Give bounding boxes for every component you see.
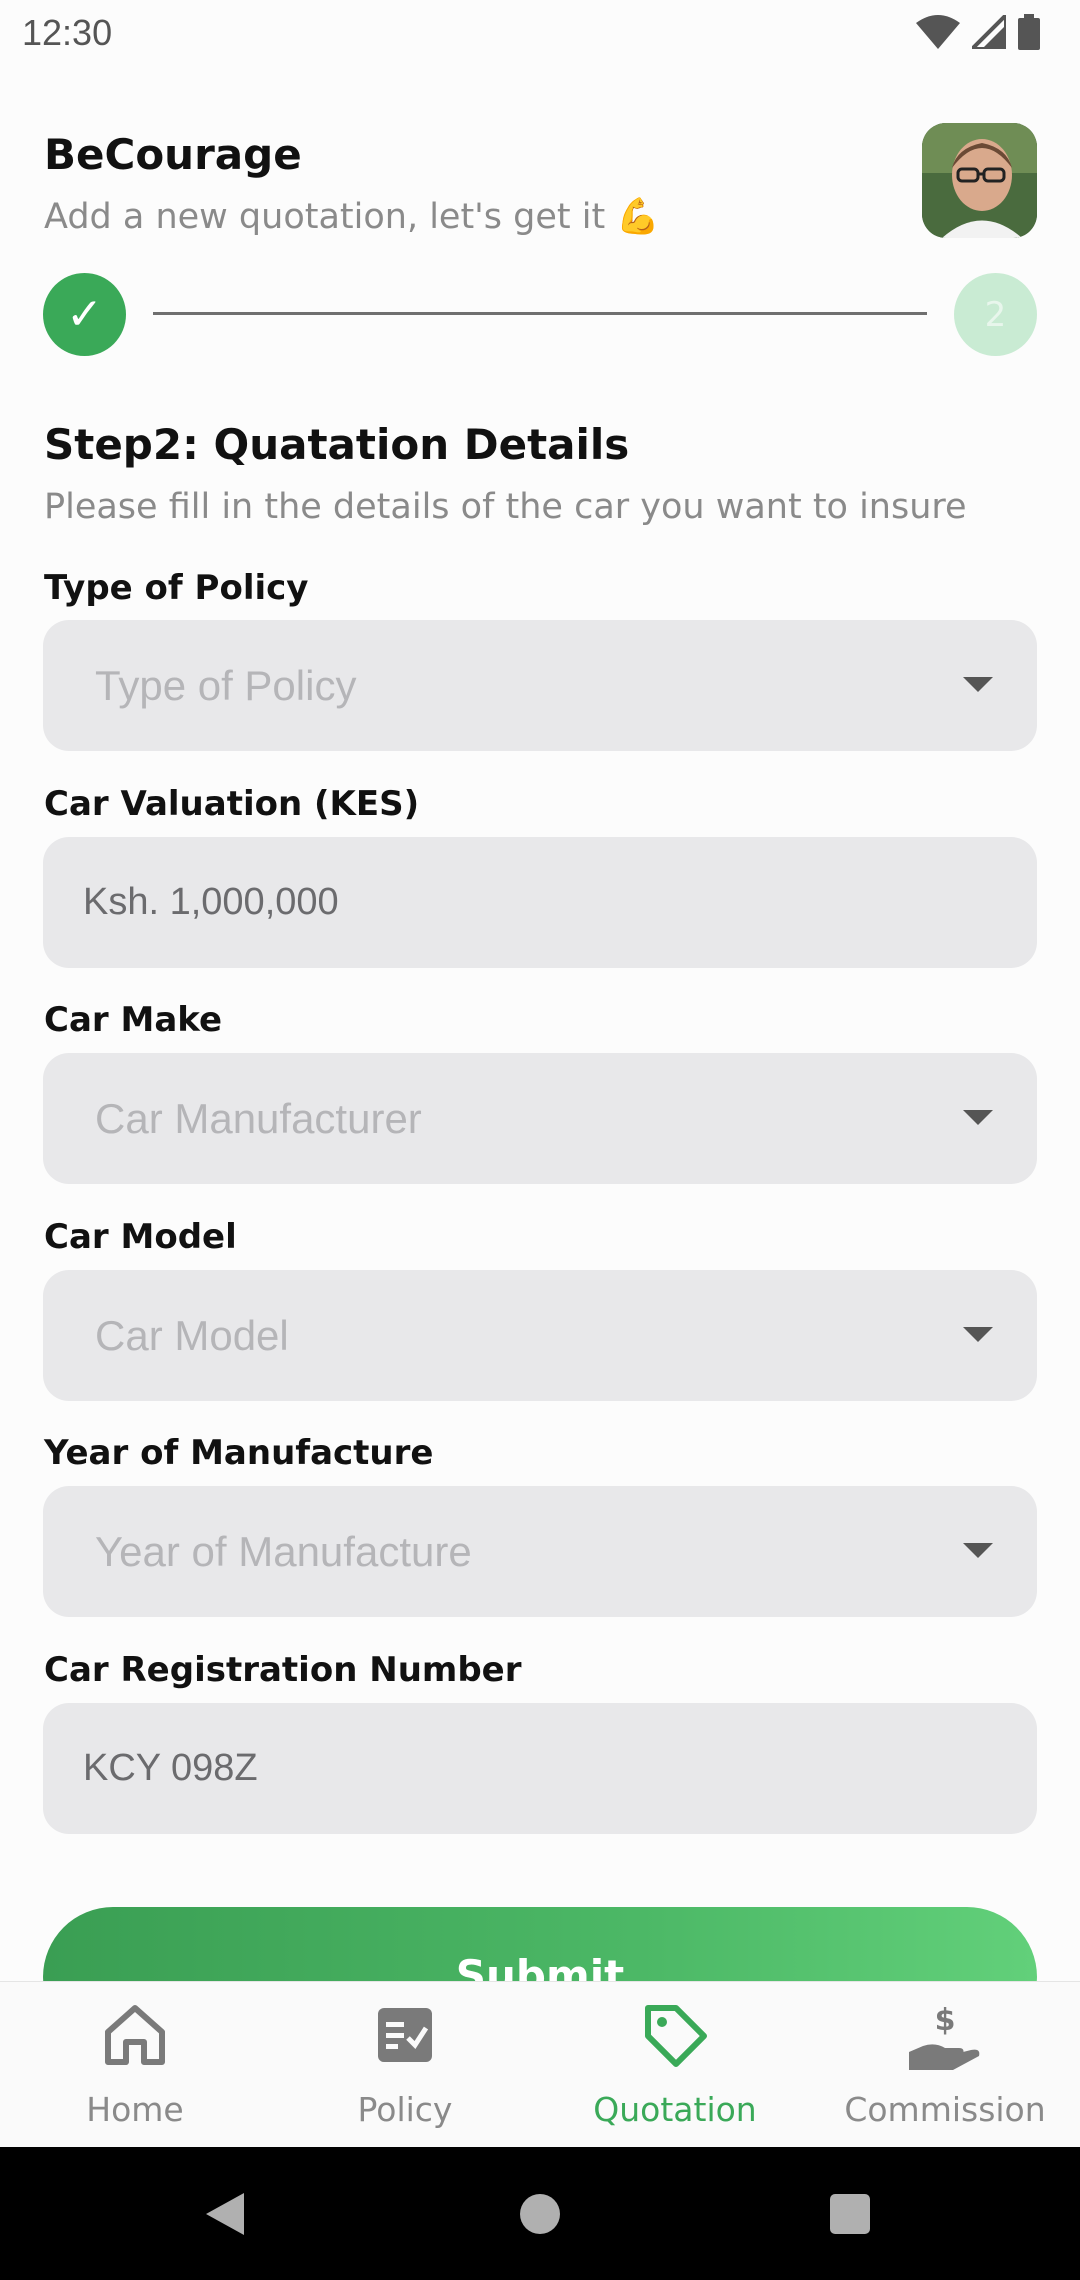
status-icons (916, 14, 1040, 50)
bottom-nav: Home Policy Quotation $ Commission (0, 1981, 1080, 2148)
step-1-complete: ✓ (43, 273, 126, 356)
chevron-down-icon (963, 1543, 993, 1558)
app-title: BeCourage (44, 130, 302, 179)
svg-text:$: $ (935, 2003, 956, 2038)
year-select[interactable]: Year of Manufacture (43, 1486, 1037, 1617)
step-2-indicator: 2 (954, 273, 1037, 356)
nav-commission-label: Commission (844, 2090, 1046, 2129)
wifi-icon (916, 15, 960, 49)
signal-icon (972, 15, 1006, 49)
car-make-label: Car Make (44, 1000, 223, 1040)
section-subtitle: Please fill in the details of the car yo… (44, 487, 967, 527)
valuation-value: Ksh. 1,000,000 (83, 881, 339, 923)
valuation-input[interactable]: Ksh. 1,000,000 (43, 837, 1037, 968)
car-model-select[interactable]: Car Model (43, 1270, 1037, 1401)
policy-type-placeholder: Type of Policy (95, 661, 357, 709)
chevron-down-icon (963, 1110, 993, 1125)
avatar-portrait-icon (922, 123, 1037, 238)
car-model-label: Car Model (44, 1217, 237, 1257)
hand-dollar-icon: $ (909, 2003, 980, 2070)
chevron-down-icon (963, 1327, 993, 1342)
status-bar: 12:30 (0, 0, 1080, 66)
nav-quotation-label: Quotation (593, 2090, 757, 2129)
avatar[interactable] (922, 123, 1037, 238)
tag-icon (645, 2005, 707, 2067)
chevron-down-icon (963, 677, 993, 692)
car-model-placeholder: Car Model (95, 1311, 289, 1359)
policy-icon (378, 2008, 432, 2062)
policy-type-label: Type of Policy (44, 568, 309, 608)
nav-home[interactable]: Home (0, 1982, 270, 2148)
section-title: Step2: Quatation Details (44, 420, 630, 469)
nav-commission[interactable]: $ Commission (810, 1982, 1080, 2148)
battery-icon (1018, 14, 1040, 50)
back-icon[interactable] (206, 2193, 244, 2235)
valuation-label: Car Valuation (KES) (44, 784, 420, 824)
car-make-placeholder: Car Manufacturer (95, 1094, 422, 1142)
year-placeholder: Year of Manufacture (95, 1527, 472, 1575)
nav-policy[interactable]: Policy (270, 1982, 540, 2148)
policy-type-select[interactable]: Type of Policy (43, 620, 1037, 751)
home-circle-icon[interactable] (520, 2194, 560, 2234)
year-label: Year of Manufacture (44, 1433, 434, 1473)
nav-home-label: Home (86, 2090, 184, 2129)
registration-value: KCY 098Z (83, 1747, 258, 1789)
app-subtitle: Add a new quotation, let's get it 💪 (44, 197, 660, 237)
car-make-select[interactable]: Car Manufacturer (43, 1053, 1037, 1184)
stepper-connector (153, 312, 927, 315)
registration-label: Car Registration Number (44, 1650, 522, 1690)
status-time: 12:30 (22, 12, 113, 53)
nav-policy-label: Policy (357, 2090, 453, 2129)
home-icon (105, 2005, 165, 2065)
nav-quotation[interactable]: Quotation (540, 1982, 810, 2148)
registration-input[interactable]: KCY 098Z (43, 1703, 1037, 1834)
recent-apps-icon[interactable] (830, 2194, 870, 2234)
system-nav-bar (0, 2147, 1080, 2280)
